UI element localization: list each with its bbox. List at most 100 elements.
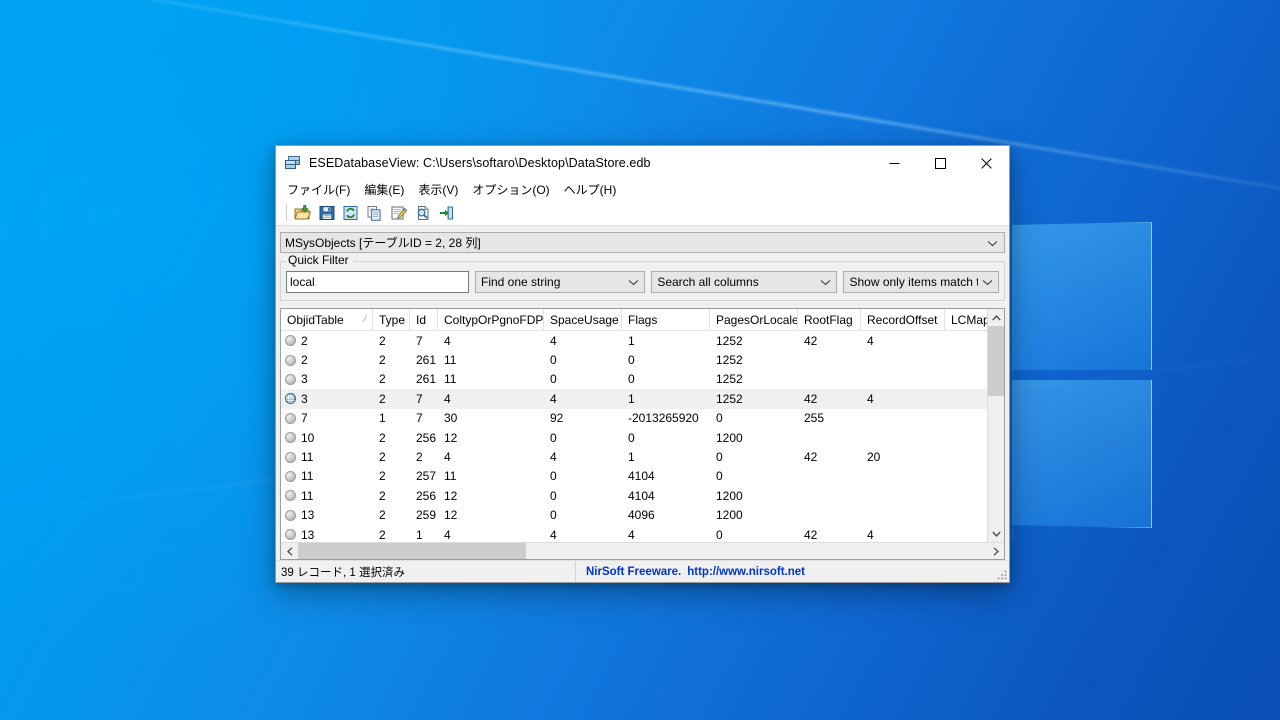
cell-text: 2 — [379, 469, 386, 484]
table-row[interactable]: 3 2 7 4 4 1 1252 42 4 — [281, 389, 987, 409]
table-row[interactable]: 11 2 256 12 0 4104 1200 — [281, 486, 987, 505]
close-button[interactable] — [963, 146, 1009, 180]
cell-text: 255 — [804, 411, 825, 426]
find-icon[interactable] — [411, 202, 434, 224]
cell-text: 257 — [416, 469, 437, 484]
copy-icon[interactable] — [363, 202, 386, 224]
refresh-icon[interactable] — [339, 202, 362, 224]
scroll-down-icon[interactable] — [988, 525, 1004, 542]
properties-icon[interactable] — [387, 202, 410, 224]
scroll-left-icon[interactable] — [281, 543, 298, 559]
menu-view[interactable]: 表示(V) — [411, 182, 465, 199]
column-header-rootflag[interactable]: RootFlag — [798, 309, 861, 330]
open-file-icon[interactable] — [291, 202, 314, 224]
cell-id: 7 — [410, 409, 438, 428]
menu-options[interactable]: オプション(O) — [465, 182, 556, 199]
cell-recordoffset: 4 — [861, 331, 945, 350]
column-header-pagesorlocale[interactable]: PagesOrLocale — [710, 309, 798, 330]
table-row[interactable]: 2 2 261 11 0 0 1252 — [281, 350, 987, 369]
cell-objidtable: 11 — [281, 467, 373, 486]
filter-mode-value: Find one string — [480, 275, 561, 289]
column-header-coltyporpgnofdp[interactable]: ColtypOrPgnoFDP — [438, 309, 544, 330]
table-row[interactable]: 10 2 256 12 0 0 1200 — [281, 428, 987, 447]
cell-objidtable: 3 — [281, 370, 373, 389]
table-row[interactable]: 11 2 257 11 0 4104 0 — [281, 467, 987, 486]
table-row[interactable]: 13 2 259 12 0 4096 1200 — [281, 506, 987, 525]
menu-help[interactable]: ヘルプ(H) — [557, 182, 624, 199]
cell-spaceusage: 92 — [544, 409, 622, 428]
cell-text: 11 — [444, 372, 457, 387]
menu-edit[interactable]: 編集(E) — [357, 182, 411, 199]
row-bullet-icon — [285, 335, 296, 347]
column-header-recordoffset[interactable]: RecordOffset — [861, 309, 945, 330]
scroll-right-icon[interactable] — [987, 543, 1004, 559]
table-row[interactable]: 3 2 261 11 0 0 1252 — [281, 370, 987, 389]
minimize-button[interactable] — [871, 146, 917, 180]
cell-text: 13 — [301, 508, 315, 523]
cell-text: 10 — [301, 430, 315, 445]
cell-objidtable: 13 — [281, 525, 373, 542]
horizontal-scroll-track[interactable] — [298, 543, 987, 559]
table-row[interactable]: 11 2 2 4 4 1 0 42 20 — [281, 447, 987, 466]
row-bullet-icon — [285, 509, 296, 521]
horizontal-scroll-thumb[interactable] — [298, 543, 526, 559]
cell-pagesorlocale: 0 — [710, 409, 798, 428]
cell-coltyporpgnofdp: 4 — [438, 389, 544, 408]
cell-text: 2 — [416, 450, 423, 465]
nirsoft-link[interactable]: http://www.nirsoft.net — [687, 566, 805, 578]
filter-action-dropdown[interactable]: Show only items match the f — [843, 271, 999, 293]
column-header-lcmapfla[interactable]: LCMapFla — [945, 309, 987, 330]
cell-text: 4 — [444, 450, 451, 465]
column-header-label: ColtypOrPgnoFDP — [444, 312, 544, 327]
save-icon[interactable] — [315, 202, 338, 224]
cell-pagesorlocale: 0 — [710, 447, 798, 466]
cell-rootflag — [798, 428, 861, 447]
scroll-up-icon[interactable] — [988, 309, 1004, 326]
cell-text: 7 — [416, 411, 423, 426]
cell-flags: 4104 — [622, 486, 710, 505]
records-listview: ObjidTable ⁄ Type Id ColtypOrPgnoFDP SpaceUsa… — [280, 308, 1005, 560]
table-row[interactable]: 7 1 7 30 92 -2013265920 0 255 — [281, 409, 987, 428]
sort-indicator-icon: ⁄ — [364, 314, 366, 325]
row-bullet-icon — [285, 470, 296, 482]
cell-recordoffset — [861, 486, 945, 505]
window-titlebar[interactable]: ESEDatabaseView: C:\Users\softaro\Deskto… — [276, 146, 1009, 180]
resize-grip[interactable] — [997, 570, 1007, 580]
cell-coltyporpgnofdp: 4 — [438, 331, 544, 350]
vertical-scroll-track[interactable] — [988, 326, 1004, 525]
cell-text: 12 — [444, 430, 458, 445]
column-header-id[interactable]: Id — [410, 309, 438, 330]
exit-icon[interactable] — [435, 202, 458, 224]
cell-text: 11 — [301, 469, 314, 484]
menu-file[interactable]: ファイル(F) — [280, 182, 357, 199]
maximize-button[interactable] — [917, 146, 963, 180]
wallpaper-logo-pane-bottom — [1012, 380, 1152, 528]
cell-text: 1200 — [716, 488, 743, 503]
table-row[interactable]: 13 2 1 4 4 4 0 42 4 — [281, 525, 987, 542]
window-controls — [871, 146, 1009, 180]
quick-filter-input[interactable] — [286, 271, 469, 293]
vertical-scrollbar[interactable] — [987, 309, 1004, 542]
cell-id: 256 — [410, 428, 438, 447]
vertical-scroll-thumb[interactable] — [988, 326, 1004, 396]
filter-mode-dropdown[interactable]: Find one string — [474, 271, 646, 293]
cell-type: 2 — [373, 447, 410, 466]
filter-scope-dropdown[interactable]: Search all columns — [651, 271, 838, 293]
table-selector-dropdown[interactable]: MSysObjects [テーブルID = 2, 28 列] — [280, 232, 1005, 253]
horizontal-scrollbar[interactable] — [281, 542, 1004, 559]
column-header-flags[interactable]: Flags — [622, 309, 710, 330]
cell-type: 2 — [373, 525, 410, 542]
column-header-type[interactable]: Type — [373, 309, 410, 330]
column-header-objidtable[interactable]: ObjidTable ⁄ — [281, 309, 373, 330]
cell-text: 2 — [379, 333, 386, 348]
cell-spaceusage: 4 — [544, 389, 622, 408]
cell-text: 0 — [716, 469, 723, 484]
cell-text: 261 — [416, 372, 437, 387]
column-header-spaceusage[interactable]: SpaceUsage — [544, 309, 622, 330]
table-row[interactable]: 2 2 7 4 4 1 1252 42 4 — [281, 331, 987, 350]
cell-lcmapfla — [945, 525, 987, 542]
cell-type: 2 — [373, 506, 410, 525]
cell-text: 1200 — [716, 508, 743, 523]
row-bullet-icon — [285, 354, 296, 366]
cell-text: 3 — [301, 391, 308, 406]
